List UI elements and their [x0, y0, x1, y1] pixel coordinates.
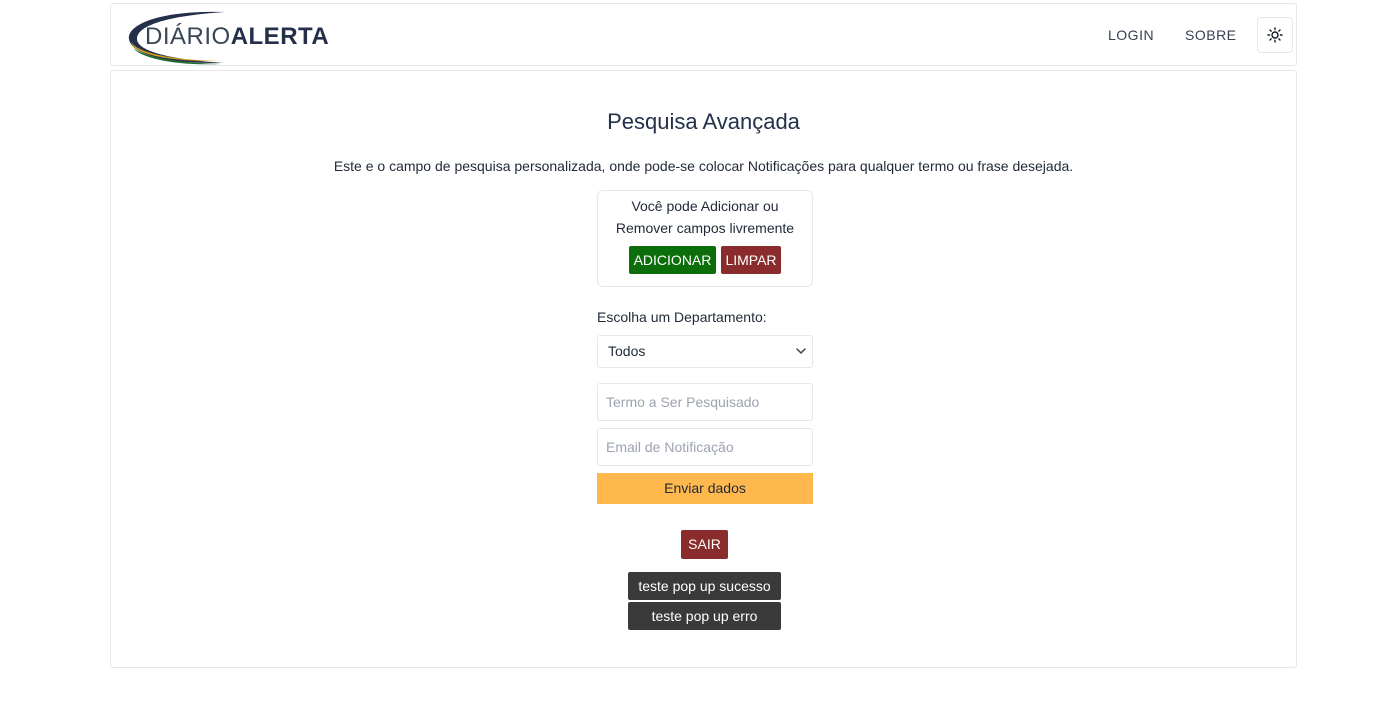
- logo-text-diario: DIÁRIO: [145, 23, 231, 50]
- test-popup-success-button[interactable]: teste pop up sucesso: [628, 572, 781, 600]
- theme-toggle-button[interactable]: [1257, 17, 1293, 53]
- department-label: Escolha um Departamento:: [597, 309, 767, 325]
- page-title: Pesquisa Avançada: [607, 109, 800, 134]
- nav-sobre-link[interactable]: SOBRE: [1185, 25, 1237, 45]
- sun-icon: [1267, 27, 1283, 43]
- intro-text: Este e o campo de pesquisa personalizada…: [333, 158, 1074, 174]
- fields-help-line2: Remover campos livremente: [615, 220, 795, 236]
- clear-fields-button[interactable]: LIMPAR: [721, 246, 781, 274]
- exit-button[interactable]: SAIR: [681, 530, 728, 559]
- fields-help-line1: Você pode Adicionar ou: [631, 198, 779, 214]
- site-header: DIÁRIOALERTA LOGIN SOBRE: [110, 3, 1297, 66]
- search-card: Pesquisa Avançada Este e o campo de pesq…: [110, 70, 1297, 668]
- chevron-down-icon: [796, 348, 806, 354]
- send-data-button[interactable]: Enviar dados: [597, 473, 813, 504]
- site-logo[interactable]: DIÁRIOALERTA: [125, 8, 329, 65]
- test-popup-error-button[interactable]: teste pop up erro: [628, 602, 781, 630]
- logo-text: DIÁRIOALERTA: [145, 23, 329, 51]
- logo-text-alerta: ALERTA: [230, 23, 330, 50]
- nav-login-link[interactable]: LOGIN: [1108, 25, 1154, 45]
- fields-help-text: Você pode Adicionar ou Remover campos li…: [598, 195, 812, 239]
- add-field-button[interactable]: ADICIONAR: [629, 246, 716, 274]
- notification-email-input[interactable]: Email de Notificação: [597, 428, 813, 466]
- department-selected-value: Todos: [608, 343, 646, 359]
- department-select[interactable]: Todos: [597, 335, 813, 368]
- fields-control-box: Você pode Adicionar ou Remover campos li…: [597, 190, 813, 287]
- search-term-input[interactable]: Termo a Ser Pesquisado: [597, 383, 813, 421]
